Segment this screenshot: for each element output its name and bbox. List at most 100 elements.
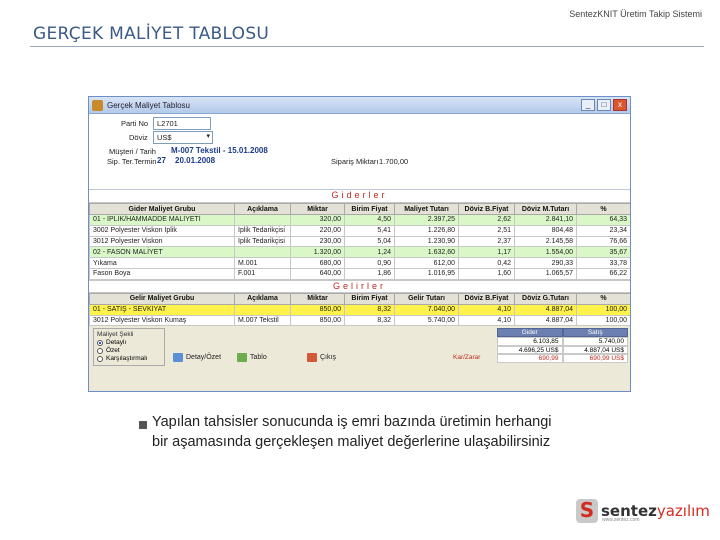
- table-cell: 5,41: [344, 224, 395, 237]
- table-cell: [234, 246, 291, 259]
- column-header[interactable]: Gelir Tutarı: [394, 292, 459, 305]
- table-icon: [237, 353, 247, 363]
- table-cell: 850,00: [290, 303, 345, 316]
- table-cell: 290,33: [514, 257, 577, 269]
- table-cell: 02 - FASON MALİYET: [89, 246, 235, 259]
- siparis-value: 1.700,00: [379, 157, 409, 166]
- radio-ozet[interactable]: Özet: [97, 347, 161, 354]
- table-row[interactable]: Yıkama M.001 680,00 0,90 612,00 0,42 290,33 33,…: [89, 257, 630, 269]
- column-header[interactable]: %: [576, 292, 630, 305]
- column-header[interactable]: Birim Fiyat: [344, 203, 395, 215]
- close-button[interactable]: x: [613, 99, 627, 111]
- doviz-label: Döviz: [129, 133, 148, 142]
- table-cell: 23,34: [576, 224, 630, 237]
- table-cell: 33,78: [576, 257, 630, 269]
- slide-title: GERÇEK MALİYET TABLOSU: [33, 24, 270, 44]
- gelirler-header: Gelirler: [89, 279, 630, 293]
- column-header[interactable]: Açıklama: [234, 292, 291, 305]
- table-cell: 100,00: [576, 303, 630, 316]
- doviz-value: US$: [157, 133, 172, 142]
- table-cell: 0,42: [458, 257, 515, 269]
- column-header[interactable]: Miktar: [290, 203, 345, 215]
- table-cell: İplik Tedarikçisi: [234, 224, 291, 237]
- column-header[interactable]: Gelir Maliyet Grubu: [89, 292, 235, 305]
- table-cell: 612,00: [394, 257, 459, 269]
- radio-label: Karşılaştırmalı: [106, 355, 148, 363]
- header-form: Parti No L2701 Döviz US$ ▾ Müşteri / Tari…: [89, 114, 630, 190]
- table-row[interactable]: 02 - FASON MALİYET 1.320,00 1,24 1.632,60 1,…: [89, 246, 630, 259]
- column-header[interactable]: Döviz B.Fiyat: [458, 203, 515, 215]
- table-cell: 2.397,25: [394, 214, 459, 226]
- table-cell: 35,67: [576, 246, 630, 259]
- summary-head-satis: Satış: [562, 328, 628, 338]
- summary-row: Kar/Zarar 690,99 690,99 US$: [453, 354, 628, 363]
- table-cell: 4,10: [458, 303, 515, 316]
- column-header[interactable]: Maliyet Tutarı: [394, 203, 459, 215]
- logo-url: www.sentez.com: [602, 517, 640, 523]
- table-row[interactable]: 3012 Polyester Viskon İplik Tedarikçisi 23…: [89, 235, 630, 248]
- maliyet-sekli-group: Maliyet Şekli Detaylı Özet Karşılaştırma…: [93, 328, 165, 367]
- summary-value: 4.887,04 US$: [562, 345, 628, 355]
- tablo-label: Tablo: [250, 354, 267, 362]
- table-cell: 4,10: [458, 314, 515, 327]
- table-row[interactable]: 01 - İPLİK/HAMMADDE MALİYETİ 320,00 4,50 2.…: [89, 214, 630, 226]
- giderler-header: Giderler: [89, 190, 630, 203]
- window-titlebar[interactable]: Gerçek Maliyet Tablosu _ □ x: [89, 97, 630, 114]
- column-header[interactable]: Döviz G.Tutarı: [514, 292, 577, 305]
- table-cell: 01 - SATIŞ - SEVKİYAT: [89, 303, 235, 316]
- sentez-logo: S sentezyazılım: [576, 499, 710, 523]
- siparis-label: Sipariş Miktarı: [331, 157, 379, 166]
- table-cell: 1.065,57: [514, 267, 577, 280]
- column-header[interactable]: Döviz M.Tutarı: [514, 203, 577, 215]
- column-header[interactable]: Açıklama: [234, 203, 291, 215]
- radio-label: Detaylı: [106, 339, 127, 347]
- tablo-button[interactable]: Tablo: [237, 351, 267, 364]
- column-header[interactable]: Miktar: [290, 292, 345, 305]
- table-cell: M.001: [234, 257, 291, 269]
- minimize-button[interactable]: _: [581, 99, 595, 111]
- column-header[interactable]: Döviz B.Fiyat: [458, 292, 515, 305]
- doviz-select[interactable]: US$ ▾: [153, 131, 213, 144]
- table-cell: 8,32: [344, 303, 395, 316]
- radio-detayli[interactable]: Detaylı: [97, 339, 161, 346]
- table-cell: 2,51: [458, 224, 515, 237]
- summary-value: 690,99 US$: [562, 354, 628, 363]
- logo-s-icon: S: [576, 499, 598, 523]
- table-cell: 0,90: [344, 257, 395, 269]
- table-row[interactable]: 01 - SATIŞ - SEVKİYAT 850,00 8,32 7.040,00 4…: [89, 303, 630, 316]
- musteri-value: M-007 Tekstil - 15.01.2008: [171, 146, 268, 155]
- table-cell: 4.887,04: [514, 314, 577, 327]
- table-cell: 100,00: [576, 314, 630, 327]
- detay-ozet-button[interactable]: Detay/Özet: [173, 351, 221, 364]
- table-cell: [234, 214, 291, 226]
- table-cell: 7.040,00: [394, 303, 459, 316]
- column-header[interactable]: Birim Fiyat: [344, 292, 395, 305]
- table-cell: 1,24: [344, 246, 395, 259]
- table-cell: [234, 303, 291, 316]
- table-row[interactable]: 3012 Polyester Viskon Kumaş M.007 Tekstil…: [89, 314, 630, 327]
- column-header[interactable]: Gider Maliyet Grubu: [89, 203, 235, 215]
- radio-karsilastirmali[interactable]: Karşılaştırmalı: [97, 355, 161, 362]
- table-row[interactable]: 3002 Polyester Viskon İplik İplik Tedarik…: [89, 224, 630, 237]
- table-cell: 66,22: [576, 267, 630, 280]
- maximize-button[interactable]: □: [597, 99, 611, 111]
- chevron-down-icon: ▾: [206, 133, 210, 140]
- table-row[interactable]: Fason Boya F.001 640,00 1,86 1.016,95 1,60 1.0…: [89, 267, 630, 280]
- brand-caption: SentezKNIT Üretim Takip Sistemi: [569, 9, 702, 19]
- cikis-button[interactable]: Çıkış: [307, 351, 336, 364]
- radio-button[interactable]: [97, 347, 103, 354]
- table-cell: 1,17: [458, 246, 515, 259]
- table-cell: 5,04: [344, 235, 395, 248]
- column-header[interactable]: %: [576, 203, 630, 215]
- table-cell: 64,33: [576, 214, 630, 226]
- table-cell: 850,00: [290, 314, 345, 327]
- sip-termin-date: 20.01.2008: [175, 156, 216, 165]
- radio-button[interactable]: [97, 355, 103, 362]
- table-cell: 640,00: [290, 267, 345, 280]
- radio-label: Özet: [106, 347, 120, 355]
- parti-input[interactable]: L2701: [153, 117, 211, 130]
- summary-blank: [453, 328, 497, 337]
- table-cell: 01 - İPLİK/HAMMADDE MALİYETİ: [89, 214, 235, 226]
- table-cell: Yıkama: [89, 257, 235, 269]
- radio-button[interactable]: [97, 339, 103, 346]
